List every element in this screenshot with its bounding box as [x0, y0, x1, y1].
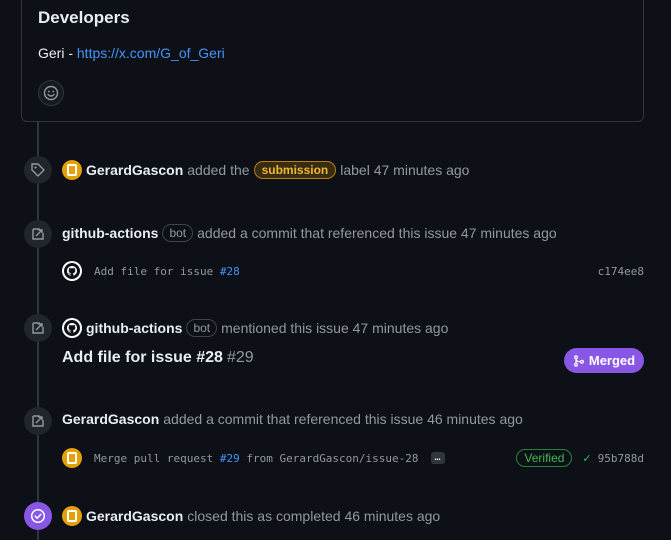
cross-reference-badge	[24, 220, 52, 248]
avatar[interactable]	[62, 506, 82, 526]
mention-event: github-actions bot mentioned this issue …	[62, 318, 448, 338]
event-text[interactable]: mentioned this issue 47 minutes ago	[221, 320, 448, 336]
cross-reference-icon	[32, 415, 44, 427]
github-icon[interactable]	[62, 318, 82, 338]
developer-name: Geri -	[38, 45, 77, 61]
event-text[interactable]: added a commit that referenced this issu…	[163, 411, 523, 427]
commit-sha[interactable]: c174ee8	[598, 265, 644, 278]
event-actor[interactable]: github-actions	[86, 320, 182, 336]
event-time[interactable]: label 47 minutes ago	[340, 162, 469, 178]
event-text[interactable]: closed this as completed 46 minutes ago	[187, 508, 440, 524]
pr-number: #29	[226, 349, 254, 366]
verified-badge[interactable]: Verified	[516, 449, 573, 467]
developer-link[interactable]: https://x.com/G_of_Geri	[77, 45, 225, 61]
cross-reference-icon	[32, 322, 44, 334]
commit-sha[interactable]: 95b788d	[598, 452, 644, 465]
commit-reference-event: GerardGascon added a commit that referen…	[62, 411, 523, 427]
expand-commit-button[interactable]: …	[430, 452, 445, 464]
event-actor[interactable]: github-actions	[62, 225, 158, 241]
event-actor[interactable]: GerardGascon	[62, 411, 159, 427]
label-event: GerardGascon added the submission label …	[62, 160, 469, 180]
add-reaction-button[interactable]	[38, 80, 64, 106]
label-badge[interactable]: submission	[253, 161, 337, 179]
closed-event: GerardGascon closed this as completed 46…	[62, 506, 440, 526]
commit-message[interactable]: Merge pull request #29 from GerardGascon…	[94, 452, 419, 465]
event-actor[interactable]: GerardGascon	[86, 508, 183, 524]
commit-row: Add file for issue #28 c174ee8	[62, 261, 644, 281]
card-title: Developers	[38, 8, 130, 27]
check-icon[interactable]: ✓	[582, 452, 591, 465]
comment-card: Developers Geri - https://x.com/G_of_Ger…	[21, 0, 644, 122]
tag-icon	[31, 163, 45, 177]
pr-link[interactable]: #29	[220, 452, 240, 465]
event-text: added the	[187, 162, 250, 178]
pr-title[interactable]: Add file for issue #28 #29	[62, 349, 254, 367]
merged-badge: Merged	[564, 348, 644, 373]
bot-badge: bot	[186, 319, 218, 337]
issue-link[interactable]: #28	[220, 265, 240, 278]
event-actor[interactable]: GerardGascon	[86, 162, 183, 178]
github-icon[interactable]	[62, 261, 82, 281]
commit-row: Merge pull request #29 from GerardGascon…	[62, 448, 644, 468]
avatar[interactable]	[62, 160, 82, 180]
commit-message[interactable]: Add file for issue #28	[94, 265, 240, 278]
cross-reference-icon	[32, 228, 44, 240]
commit-reference-event: github-actions bot added a commit that r…	[62, 224, 557, 242]
issue-closed-icon	[30, 508, 46, 524]
merge-icon	[573, 354, 584, 367]
smiley-icon	[43, 85, 59, 101]
tag-badge	[24, 156, 52, 184]
cross-reference-badge	[24, 314, 52, 342]
cross-reference-badge	[24, 407, 52, 435]
bot-badge: bot	[162, 224, 194, 242]
card-text: Geri - https://x.com/G_of_Geri	[38, 45, 225, 61]
avatar[interactable]	[62, 448, 82, 468]
closed-badge	[24, 502, 52, 530]
event-text[interactable]: added a commit that referenced this issu…	[197, 225, 557, 241]
